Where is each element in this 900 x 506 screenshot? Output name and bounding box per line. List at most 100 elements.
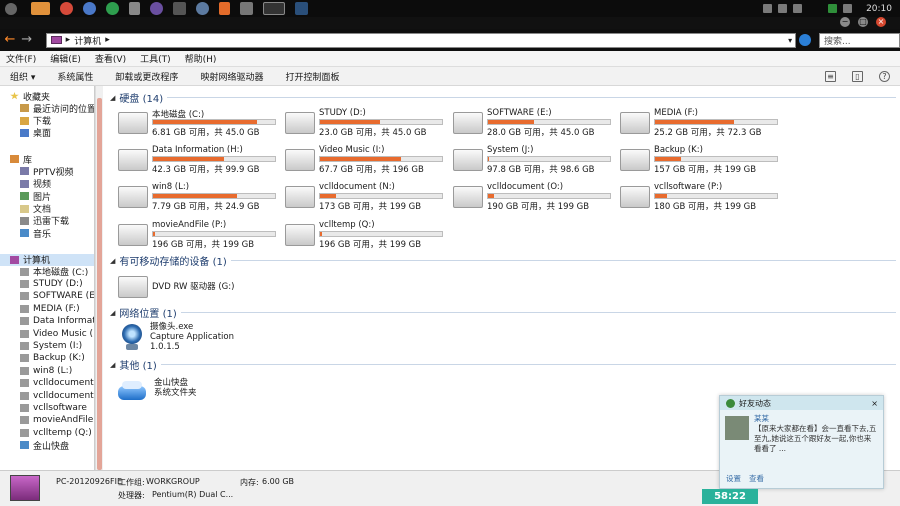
drive-dvd[interactable]: DVD RW 驱动器 (G:): [118, 272, 283, 306]
drive-item[interactable]: Data Information (H:) 42.3 GB 可用，共 99.9 G…: [118, 145, 283, 179]
menu-file[interactable]: 文件(F): [6, 52, 36, 65]
chrome-icon[interactable]: [106, 2, 119, 15]
network-item-webcam[interactable]: 摄像头.exe Capture Application 1.0.1.5: [120, 322, 234, 352]
sidebar-item-thunder[interactable]: 迅雷下载: [0, 215, 94, 227]
sidebar-item-drive[interactable]: SOFTWARE (E:): [0, 290, 94, 302]
popup-user[interactable]: 某某: [754, 414, 769, 423]
notification-popup[interactable]: 好友动态 × 某某 【原来大家都在看】会一直看下去,五至九,她说这五个跟好友一起…: [719, 395, 884, 489]
monitor-icon[interactable]: [295, 2, 308, 15]
chevron-down-icon[interactable]: ▾: [788, 36, 795, 45]
drive-item[interactable]: win8 (L:) 7.79 GB 可用，共 24.9 GB: [118, 182, 283, 216]
globe-icon[interactable]: [196, 2, 209, 15]
ie-icon[interactable]: [83, 2, 96, 15]
popup-view-link[interactable]: 查看: [749, 473, 764, 484]
address-bar[interactable]: ▸ 计算机 ▸ ▾: [45, 32, 797, 48]
system-properties-button[interactable]: 系统属性: [57, 70, 93, 83]
sidebar-item-drive[interactable]: MEDIA (F:): [0, 303, 94, 315]
sidebar-scrollbar[interactable]: [95, 86, 103, 470]
sidebar-item-drive[interactable]: 本地磁盘 (C:): [0, 266, 94, 278]
preview-pane-icon[interactable]: ▯: [852, 70, 863, 82]
back-button[interactable]: ←: [3, 33, 17, 47]
drive-item[interactable]: Backup (K:) 157 GB 可用，共 199 GB: [620, 145, 785, 179]
flag-tray-icon[interactable]: [843, 4, 853, 13]
browser-icon[interactable]: [60, 2, 73, 15]
menu-edit[interactable]: 编辑(E): [50, 52, 81, 65]
maximize-button[interactable]: □: [858, 17, 868, 27]
sidebar-item-drive[interactable]: STUDY (D:): [0, 278, 94, 290]
menu-view[interactable]: 查看(V): [95, 52, 126, 65]
popup-message[interactable]: 【原来大家都在看】会一直看下去,五至九,她说这五个跟好友一起,你也来看看了 ..…: [754, 424, 878, 454]
sidebar-item-drive[interactable]: win8 (L:): [0, 365, 94, 377]
uninstall-program-button[interactable]: 卸载或更改程序: [115, 70, 178, 83]
sidebar-item-pptv[interactable]: PPTV视频: [0, 165, 94, 178]
libraries-section[interactable]: 库: [0, 153, 94, 166]
close-button[interactable]: ×: [876, 17, 886, 27]
menu-tools[interactable]: 工具(T): [140, 52, 171, 65]
sidebar-item-drive[interactable]: System (I:): [0, 340, 94, 352]
drive-item[interactable]: 本地磁盘 (C:) 6.81 GB 可用，共 45.0 GB: [118, 108, 283, 142]
drive-item[interactable]: SOFTWARE (E:) 28.0 GB 可用，共 45.0 GB: [453, 108, 618, 142]
volume-tray-icon[interactable]: [793, 4, 803, 13]
sidebar-item-desktop[interactable]: 桌面: [0, 127, 94, 139]
sidebar-item-pictures[interactable]: 图片: [0, 190, 94, 203]
clock[interactable]: 20:10: [866, 4, 892, 14]
drive-item[interactable]: vclldocument (N:) 173 GB 可用，共 199 GB: [285, 182, 450, 216]
sidebar-item-drive[interactable]: vclltemp (Q:): [0, 427, 94, 439]
group-header-other[interactable]: ◢ 其他 (1): [110, 357, 896, 372]
start-menu-icon[interactable]: [5, 2, 17, 15]
sidebar-item-drive[interactable]: Data Informat: [0, 315, 94, 327]
folder-icon[interactable]: [31, 2, 50, 15]
sidebar-item-drive[interactable]: Video Music (: [0, 327, 94, 339]
favorites-section[interactable]: 收藏夹: [0, 90, 94, 103]
app-icon[interactable]: [240, 2, 253, 15]
computer-section[interactable]: 计算机: [0, 253, 94, 266]
drive-item[interactable]: vclltemp (Q:) 196 GB 可用，共 199 GB: [285, 220, 450, 254]
popup-settings-link[interactable]: 设置: [726, 473, 741, 484]
group-header-removable[interactable]: ◢ 有可移动存储的设备 (1): [110, 253, 896, 268]
vlc-icon[interactable]: [219, 2, 230, 15]
refresh-icon[interactable]: [799, 34, 811, 46]
media-player-icon[interactable]: [150, 2, 163, 15]
sidebar-item-documents[interactable]: 文档: [0, 202, 94, 215]
scrollbar-thumb[interactable]: [97, 98, 102, 470]
breadcrumb-separator[interactable]: ▸: [105, 35, 110, 45]
sidebar-item-drive[interactable]: vclldocument (: [0, 377, 94, 389]
view-options-icon[interactable]: ≡: [825, 70, 836, 82]
breadcrumb-separator[interactable]: ▸: [66, 35, 71, 45]
sidebar-item-drive[interactable]: movieAndFile: [0, 414, 94, 426]
document-icon[interactable]: [129, 2, 140, 15]
terminal-icon[interactable]: [263, 2, 285, 15]
breadcrumb[interactable]: 计算机: [74, 34, 101, 47]
drive-item[interactable]: vcllsoftware (P:) 180 GB 可用，共 199 GB: [620, 182, 785, 216]
sidebar-item-drive[interactable]: vcllsoftware: [0, 402, 94, 414]
control-panel-button[interactable]: 打开控制面板: [285, 70, 339, 83]
minimize-button[interactable]: −: [840, 17, 850, 27]
other-item-kuaipan[interactable]: 金山快盘 系统文件夹: [118, 378, 197, 402]
drive-item[interactable]: vclldocument (O:) 190 GB 可用，共 199 GB: [453, 182, 618, 216]
sidebar-item-drive[interactable]: Backup (K:): [0, 352, 94, 364]
sidebar-item-downloads[interactable]: 下载: [0, 114, 94, 127]
close-icon[interactable]: ×: [871, 399, 883, 408]
forward-button[interactable]: →: [20, 33, 34, 47]
help-icon[interactable]: ?: [879, 70, 890, 82]
group-header-hdd[interactable]: ◢ 硬盘 (14): [110, 90, 896, 105]
organize-button[interactable]: 组织 ▾: [10, 70, 35, 83]
collapse-icon[interactable]: ◢: [110, 257, 115, 265]
drive-item[interactable]: MEDIA (F:) 25.2 GB 可用，共 72.3 GB: [620, 108, 785, 142]
usb-tray-icon[interactable]: [763, 4, 773, 13]
sidebar-item-recent[interactable]: 最近访问的位置: [0, 102, 94, 115]
search-input[interactable]: 搜索...: [818, 32, 900, 48]
map-network-drive-button[interactable]: 映射网络驱动器: [200, 70, 263, 83]
collapse-icon[interactable]: ◢: [110, 94, 115, 102]
sidebar-item-music[interactable]: 音乐: [0, 227, 94, 240]
group-header-network[interactable]: ◢ 网络位置 (1): [110, 305, 896, 320]
battery-tray-icon[interactable]: [828, 4, 838, 13]
avatar[interactable]: [725, 416, 749, 440]
drive-item[interactable]: movieAndFile (P:) 196 GB 可用，共 199 GB: [118, 220, 283, 254]
sidebar-item-drive[interactable]: vclldocument: [0, 389, 94, 401]
collapse-icon[interactable]: ◢: [110, 361, 115, 369]
drive-item[interactable]: STUDY (D:) 23.0 GB 可用，共 45.0 GB: [285, 108, 450, 142]
network-tray-icon[interactable]: [778, 4, 788, 13]
sidebar-item-videos[interactable]: 视频: [0, 178, 94, 190]
window-app-icon[interactable]: [173, 2, 186, 15]
